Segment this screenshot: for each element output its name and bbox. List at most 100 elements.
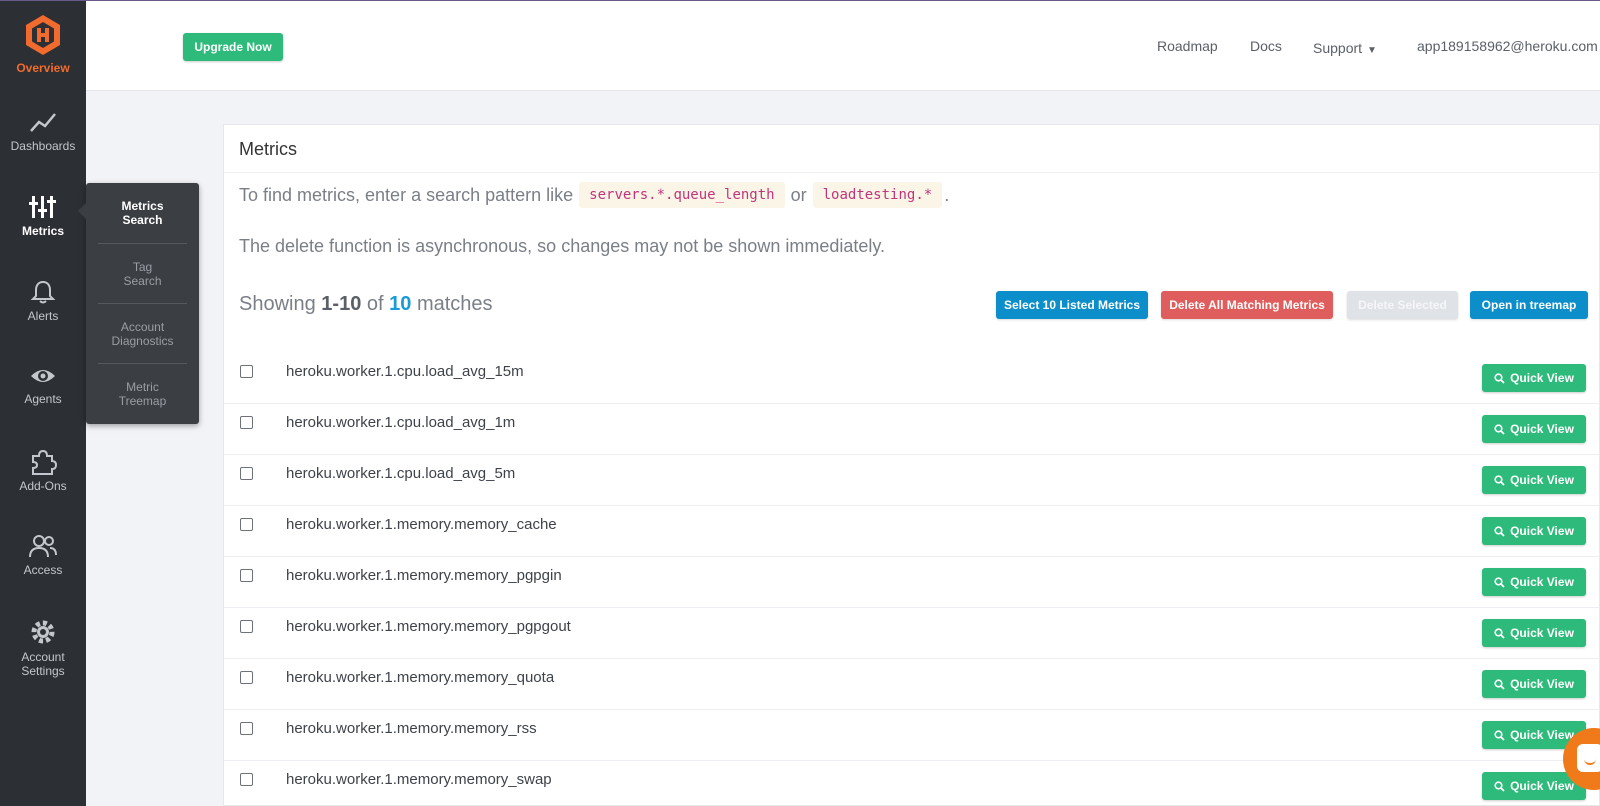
quick-view-label: Quick View (1510, 677, 1574, 691)
async-delete-note: The delete function is asynchronous, so … (239, 236, 886, 256)
sidebar-label: Alerts (27, 309, 59, 323)
sidebar-item-overview[interactable]: Overview (0, 13, 86, 75)
roadmap-link[interactable]: Roadmap (1157, 38, 1218, 54)
row-checkbox[interactable] (240, 620, 253, 633)
sidebar-label: Overview (16, 61, 70, 75)
results-count: Showing 1-10 of 10 matches (239, 293, 493, 316)
sidebar-label: Metrics (21, 224, 65, 238)
search-icon (1494, 372, 1505, 384)
select-listed-metrics-button[interactable]: Select 10 Listed Metrics (996, 291, 1148, 319)
hint-text: . (944, 184, 950, 205)
flyout-label: Account (120, 319, 165, 334)
docs-link[interactable]: Docs (1250, 38, 1282, 54)
results-text: matches (416, 293, 493, 315)
open-in-treemap-button[interactable]: Open in treemap (1470, 291, 1588, 319)
metric-name[interactable]: heroku.worker.1.memory.memory_pgpgout (286, 618, 571, 635)
quick-view-button[interactable]: Quick View (1482, 619, 1586, 647)
sidebar-item-account-settings[interactable]: Account Settings (0, 618, 86, 678)
flyout-label: Tag (132, 259, 153, 274)
table-row: heroku.worker.1.cpu.load_avg_1m Quick Vie… (224, 404, 1600, 455)
row-checkbox[interactable] (240, 518, 253, 531)
sidebar-label: Add-Ons (19, 479, 67, 493)
table-row: heroku.worker.1.cpu.load_avg_5m Quick Vie… (224, 455, 1600, 506)
flyout-item-metrics-search[interactable]: Metrics Search (98, 183, 187, 243)
row-checkbox[interactable] (240, 467, 253, 480)
metrics-card: Metrics To find metrics, enter a search … (223, 124, 1600, 806)
quick-view-button[interactable]: Quick View (1482, 466, 1586, 494)
quick-view-label: Quick View (1510, 524, 1574, 538)
table-row: heroku.worker.1.memory.memory_rss Quick V… (224, 710, 1600, 761)
metric-name[interactable]: heroku.worker.1.memory.memory_rss (286, 720, 537, 737)
delete-all-matching-button[interactable]: Delete All Matching Metrics (1161, 291, 1333, 319)
hint-text: or (790, 184, 807, 205)
flyout-item-tag-search[interactable]: Tag Search (98, 243, 187, 303)
gear-icon (31, 620, 55, 644)
row-checkbox[interactable] (240, 365, 253, 378)
table-row: heroku.worker.1.memory.memory_quota Quick… (224, 659, 1600, 710)
sidebar-label: Access (23, 563, 63, 577)
flyout-label: Diagnostics (111, 333, 174, 348)
search-icon (1494, 729, 1505, 741)
search-hint: To find metrics, enter a search pattern … (239, 182, 949, 208)
quick-view-label: Quick View (1510, 779, 1574, 793)
sidebar-label: Account (21, 650, 65, 664)
search-icon (1494, 627, 1505, 639)
sidebar-item-dashboards[interactable]: Dashboards (0, 109, 86, 153)
flyout-item-metric-treemap[interactable]: Metric Treemap (98, 363, 187, 423)
flyout-label: Metrics (121, 199, 164, 213)
search-icon (1494, 780, 1505, 792)
results-total: 10 (389, 293, 412, 315)
caret-down-icon: ▼ (1367, 45, 1377, 56)
quick-view-button[interactable]: Quick View (1482, 568, 1586, 596)
table-row: heroku.worker.1.memory.memory_swap Quick … (224, 761, 1600, 806)
sidebar-item-add-ons[interactable]: Add-Ons (0, 449, 86, 493)
line-chart-icon (30, 113, 56, 132)
metric-name[interactable]: heroku.worker.1.cpu.load_avg_5m (286, 465, 515, 482)
chat-icon (1577, 744, 1600, 772)
row-checkbox[interactable] (240, 722, 253, 735)
quick-view-label: Quick View (1510, 473, 1574, 487)
bell-icon (30, 280, 56, 304)
row-checkbox[interactable] (240, 569, 253, 582)
quick-view-label: Quick View (1510, 371, 1574, 385)
quick-view-button[interactable]: Quick View (1482, 517, 1586, 545)
table-row: heroku.worker.1.memory.memory_pgpgout Qui… (224, 608, 1600, 659)
puzzle-icon (32, 449, 57, 475)
flyout-label: Search (123, 273, 162, 288)
quick-view-label: Quick View (1510, 422, 1574, 436)
upgrade-now-button[interactable]: Upgrade Now (183, 33, 283, 61)
results-text: of (366, 293, 384, 315)
hexagon-logo-icon (26, 15, 60, 55)
flyout-label: Treemap (118, 393, 167, 408)
metrics-bars-icon (29, 196, 56, 218)
row-checkbox[interactable] (240, 773, 253, 786)
sidebar-item-access[interactable]: Access (0, 533, 86, 577)
flyout-label: Search (122, 213, 163, 227)
row-checkbox[interactable] (240, 671, 253, 684)
metric-name[interactable]: heroku.worker.1.memory.memory_quota (286, 669, 554, 686)
flyout-item-account-diagnostics[interactable]: Account Diagnostics (98, 303, 187, 363)
user-email-menu[interactable]: app189158962@heroku.com (1417, 38, 1598, 54)
quick-view-button[interactable]: Quick View (1482, 364, 1586, 392)
metric-name[interactable]: heroku.worker.1.memory.memory_pgpgin (286, 567, 562, 584)
quick-view-button[interactable]: Quick View (1482, 670, 1586, 698)
quick-view-button[interactable]: Quick View (1482, 415, 1586, 443)
search-icon (1494, 423, 1505, 435)
sidebar-item-metrics[interactable]: Metrics (0, 194, 86, 238)
metric-name[interactable]: heroku.worker.1.memory.memory_swap (286, 771, 552, 788)
table-row: heroku.worker.1.cpu.load_avg_15m Quick Vi… (224, 353, 1600, 404)
metric-name[interactable]: heroku.worker.1.memory.memory_cache (286, 516, 557, 533)
metric-name[interactable]: heroku.worker.1.cpu.load_avg_1m (286, 414, 515, 431)
row-checkbox[interactable] (240, 416, 253, 429)
metrics-flyout-menu: Metrics Search Tag Search Account Diagnosti… (78, 183, 199, 424)
metric-name[interactable]: heroku.worker.1.cpu.load_avg_15m (286, 363, 524, 380)
delete-selected-button[interactable]: Delete Selected (1347, 291, 1458, 319)
sidebar-item-agents[interactable]: Agents (0, 364, 86, 406)
support-menu[interactable]: Support ▼ (1313, 40, 1377, 56)
top-header: Upgrade Now Roadmap Docs Support ▼ app189… (86, 0, 1600, 91)
page-title: Metrics (239, 139, 297, 159)
table-row: heroku.worker.1.memory.memory_pgpgin Quic… (224, 557, 1600, 608)
quick-view-label: Quick View (1510, 728, 1574, 742)
sidebar-item-alerts[interactable]: Alerts (0, 279, 86, 323)
hint-code-example: servers.*.queue_length (579, 182, 785, 208)
